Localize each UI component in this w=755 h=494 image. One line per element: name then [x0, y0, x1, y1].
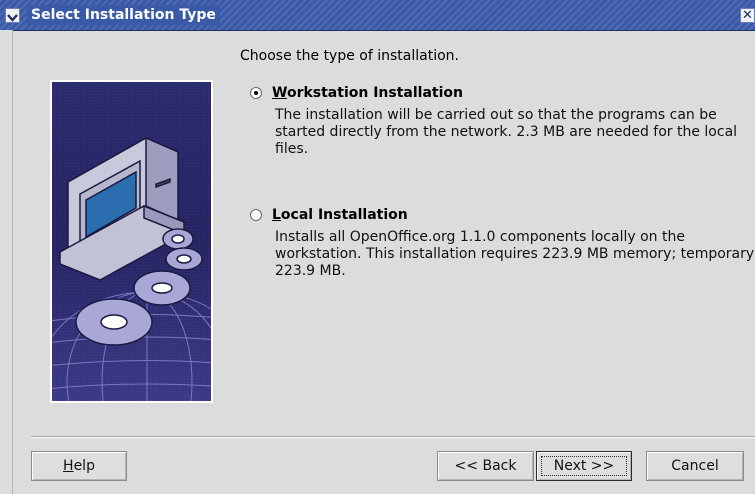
chevron-down-icon — [7, 14, 18, 22]
workstation-label[interactable]: Workstation Installation — [272, 85, 463, 101]
local-label-text: ocal Installation — [280, 207, 408, 223]
button-separator — [31, 436, 755, 438]
page-prompt: Choose the type of installation. — [240, 48, 459, 64]
cancel-label: Cancel — [671, 458, 719, 474]
help-label: elp — [73, 458, 95, 474]
window-left-edge — [0, 30, 13, 494]
back-button[interactable]: << Back — [437, 451, 534, 481]
workstation-label-accelerator: W — [272, 85, 287, 101]
close-button[interactable]: ✕ — [740, 8, 755, 23]
local-label-accelerator: L — [272, 207, 281, 223]
workstation-radio[interactable] — [250, 87, 262, 99]
local-label[interactable]: Local Installation — [272, 207, 408, 223]
installer-window: Select Installation Type ✕ Choose the ty… — [0, 0, 755, 494]
computer-discs-globe-illustration — [50, 80, 213, 403]
window-title: Select Installation Type — [27, 5, 220, 25]
next-focus-ring — [541, 456, 627, 476]
workstation-description: The installation will be carried out so … — [275, 107, 738, 157]
help-accelerator: H — [63, 458, 74, 474]
workstation-label-text: orkstation Installation — [286, 85, 463, 101]
title-bar[interactable]: Select Installation Type ✕ — [0, 0, 755, 31]
next-button[interactable]: Next >> — [536, 451, 632, 481]
cancel-button[interactable]: Cancel — [646, 451, 744, 481]
back-label: << Back — [454, 458, 517, 474]
help-button[interactable]: Help — [31, 451, 127, 481]
local-description: Installs all OpenOffice.org 1.1.0 compon… — [275, 229, 755, 279]
local-radio[interactable] — [250, 209, 262, 221]
window-menu-button[interactable] — [5, 8, 20, 23]
close-icon: ✕ — [742, 8, 753, 23]
